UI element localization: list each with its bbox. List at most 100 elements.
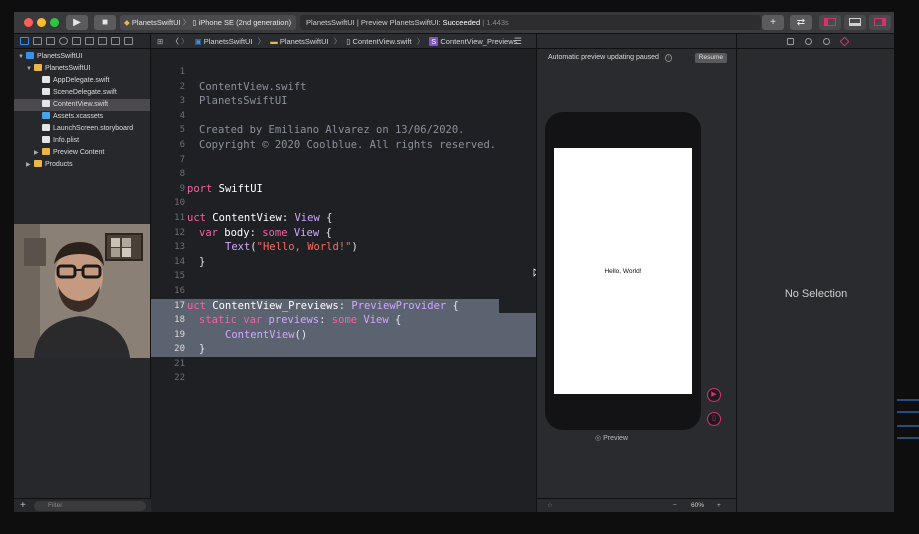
preview-canvas: Automatic preview updating paused i Resu… <box>536 34 737 512</box>
line-number: 18 <box>174 315 185 326</box>
filter-placeholder: Filter <box>48 502 63 509</box>
symbol-nav-icon[interactable] <box>46 37 55 45</box>
code-line: 7 <box>151 153 536 168</box>
help-inspector-icon[interactable] <box>823 38 830 45</box>
code-text: uct ContentView: View { <box>187 211 333 224</box>
tree-item-label: PlanetsSwiftUI <box>37 53 83 60</box>
inspector-selector-bar <box>737 34 894 49</box>
zoom-in-button[interactable]: + <box>717 499 721 512</box>
zoom-window-button[interactable] <box>50 18 59 27</box>
preview-on-device-button[interactable]: ▯ <box>707 412 721 426</box>
tree-item-group[interactable]: ▼ PlanetsSwiftUI <box>14 63 150 75</box>
swift-file-icon <box>42 88 50 95</box>
tree-item-assets[interactable]: Assets.xcassets <box>14 111 150 123</box>
library-button[interactable]: + <box>762 15 784 30</box>
swift-file-icon <box>42 76 50 83</box>
close-window-button[interactable] <box>24 18 33 27</box>
line-number: 22 <box>174 373 185 384</box>
code-text: uct ContentView_Previews: PreviewProvide… <box>187 299 459 312</box>
swift-file-icon <box>42 100 50 107</box>
code-line: 4 <box>151 109 536 124</box>
breadcrumb-project[interactable]: PlanetsSwiftUI <box>204 37 253 46</box>
code-text: PlanetsSwiftUI <box>199 95 288 108</box>
tree-item-label: ContentView.swift <box>53 101 109 108</box>
preview-status-bar: Automatic preview updating paused i Resu… <box>537 49 737 67</box>
zoom-out-button[interactable]: − <box>673 499 677 512</box>
issue-nav-icon[interactable] <box>72 37 81 45</box>
tree-item-label: Assets.xcassets <box>53 113 104 120</box>
tree-item-products[interactable]: ▶ Products <box>14 159 150 171</box>
code-text: Text("Hello, World!") <box>225 241 358 254</box>
status-result: Succeeded <box>442 18 481 27</box>
breadcrumb-file[interactable]: ContentView.swift <box>353 37 412 46</box>
line-number: 12 <box>174 227 185 238</box>
line-number: 21 <box>174 358 185 369</box>
app-scheme-icon: ◆ <box>124 18 130 27</box>
tree-item-launchscreen[interactable]: LaunchScreen.storyboard <box>14 123 150 135</box>
storyboard-icon <box>42 124 50 131</box>
toggle-inspector-button[interactable] <box>869 15 891 30</box>
code-line-selected: 20} <box>151 342 536 357</box>
disclosure-open-icon[interactable]: ▼ <box>26 63 34 75</box>
disclosure-closed-icon[interactable]: ▶ <box>26 159 34 171</box>
tree-item-label: LaunchScreen.storyboard <box>53 125 134 132</box>
code-text: static var previews: some View { <box>199 314 402 327</box>
related-items-icon[interactable]: ⊞ <box>157 37 163 46</box>
scheme-selector[interactable]: ◆ PlanetsSwiftUI 〉 ▯ iPhone SE (2nd gene… <box>120 15 296 30</box>
bottom-panel-icon <box>849 18 861 26</box>
breadcrumb-symbol[interactable]: ContentView_Previews <box>440 37 517 46</box>
tree-item-project[interactable]: ▼ PlanetsSwiftUI <box>14 51 150 63</box>
report-nav-icon[interactable] <box>124 37 133 45</box>
no-selection-label: No Selection <box>784 288 848 300</box>
tree-item-preview-content[interactable]: ▶ Preview Content <box>14 147 150 159</box>
stop-button[interactable]: ■ <box>94 15 116 30</box>
code-text: ContentView.swift <box>199 80 307 93</box>
breadcrumb-chevron-icon: 〉 <box>257 37 266 46</box>
attributes-inspector-icon[interactable] <box>839 36 850 47</box>
back-arrow-icon[interactable]: 〈 <box>171 37 179 46</box>
swap-icon: ⇄ <box>796 17 806 28</box>
tree-item-infoplist[interactable]: Info.plist <box>14 135 150 147</box>
disclosure-closed-icon[interactable]: ▶ <box>34 147 42 159</box>
project-icon <box>26 52 34 59</box>
code-text: port SwiftUI <box>187 182 263 195</box>
info-icon[interactable]: i <box>664 54 672 62</box>
line-number: 16 <box>174 285 185 296</box>
forward-arrow-icon[interactable]: 〉 <box>181 37 189 46</box>
tree-item-contentview[interactable]: ContentView.swift <box>14 99 150 111</box>
history-inspector-icon[interactable] <box>805 38 812 45</box>
toggle-debug-area-button[interactable] <box>844 15 866 30</box>
debug-nav-icon[interactable] <box>98 37 107 45</box>
navigator-filter-input[interactable]: Filter <box>34 501 146 511</box>
live-preview-button[interactable]: ▶ <box>707 388 721 402</box>
breakpoint-nav-icon[interactable] <box>111 37 120 45</box>
device-screen[interactable]: Hello, World! <box>554 148 692 394</box>
folder-nav-icon[interactable] <box>20 37 29 45</box>
resume-button[interactable]: Resume <box>694 53 727 63</box>
find-nav-icon[interactable] <box>59 37 68 45</box>
preview-paused-text: Automatic preview updating paused <box>548 54 659 61</box>
add-file-button[interactable]: + <box>20 500 26 511</box>
test-nav-icon[interactable] <box>85 37 94 45</box>
editor-options-icon[interactable]: ☰ <box>514 36 522 47</box>
toggle-navigator-button[interactable] <box>819 15 841 30</box>
run-button[interactable]: ▶ <box>66 15 88 30</box>
line-number: 8 <box>179 169 185 180</box>
pin-icon[interactable]: ☆ <box>547 499 553 512</box>
breadcrumb-group[interactable]: PlanetsSwiftUI <box>280 37 329 46</box>
code-text: ContentView() <box>225 328 308 341</box>
tree-item-appdelegate[interactable]: AppDelegate.swift <box>14 75 150 87</box>
preview-label: Preview <box>603 435 628 442</box>
tree-item-scenedelegate[interactable]: SceneDelegate.swift <box>14 87 150 99</box>
minimize-window-button[interactable] <box>37 18 46 27</box>
plist-icon <box>42 136 50 143</box>
source-control-nav-icon[interactable] <box>33 37 42 45</box>
code-review-button[interactable]: ⇄ <box>790 15 812 30</box>
code-area[interactable]: 1 2 ContentView.swift 3 PlanetsSwiftUI 4 5… <box>151 65 536 386</box>
breadcrumb-chevron-icon: 〉 <box>182 18 191 27</box>
file-inspector-icon[interactable] <box>787 38 794 45</box>
tree-item-label: Preview Content <box>53 149 105 156</box>
code-line: 8 <box>151 167 536 182</box>
code-line: 15 <box>151 269 536 284</box>
disclosure-open-icon[interactable]: ▼ <box>18 51 26 63</box>
